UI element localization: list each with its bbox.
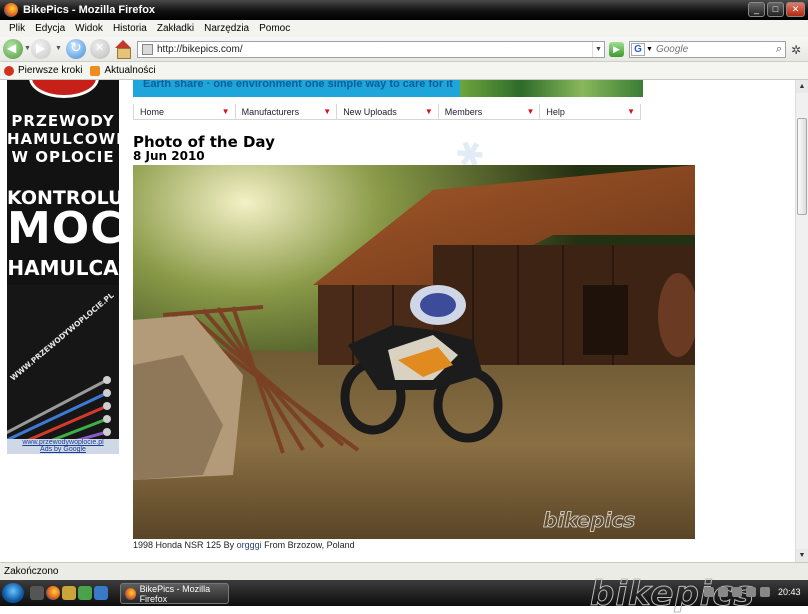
nav-label: Manufacturers [241, 107, 300, 117]
scroll-thumb[interactable] [797, 118, 807, 215]
tray-icon[interactable] [746, 587, 756, 597]
nav-label: Members [444, 107, 483, 117]
search-box: G ▼ ⌕ [629, 41, 786, 58]
dropdown-arrow-icon: ▼ [221, 107, 230, 116]
forward-button[interactable] [31, 39, 51, 59]
navigation-toolbar: ▼ ▼ http://bikepics.com/ ▼ ▶ G ▼ ⌕ ✲ [0, 37, 808, 62]
show-desktop-icon[interactable] [30, 586, 44, 600]
photo-of-the-day-image[interactable]: bikepics [133, 165, 695, 539]
scroll-down-icon[interactable]: ▼ [796, 549, 808, 562]
bookmark-latest-headlines[interactable]: Aktualności [90, 65, 156, 76]
close-button[interactable]: ✕ [786, 2, 805, 17]
bookmark-icon [4, 65, 14, 76]
menu-bookmarks[interactable]: Zakładki [152, 23, 199, 34]
clock[interactable]: 20:43 [778, 587, 801, 597]
back-history-dropdown-icon[interactable]: ▼ [24, 45, 31, 52]
tray-icon[interactable] [704, 587, 714, 597]
address-bar[interactable]: http://bikepics.com/ ▼ [137, 41, 605, 58]
ad-headline: PRZEWODY HAMULCOWE W OPLOCIE [7, 112, 119, 166]
bookmark-getting-started[interactable]: Pierwsze kroki [4, 65, 82, 76]
search-input[interactable] [655, 44, 766, 55]
system-tray [704, 587, 770, 597]
dropdown-arrow-icon: ▼ [323, 107, 332, 116]
task-label: BikePics - Mozilla Firefox [139, 583, 211, 604]
quicklaunch-app-icon[interactable] [78, 586, 92, 600]
quicklaunch-app-icon[interactable] [62, 586, 76, 600]
nav-home[interactable]: Home ▼ [134, 104, 236, 119]
firefox-icon [125, 587, 136, 600]
tray-icon[interactable] [718, 587, 728, 597]
nav-members[interactable]: Members ▼ [439, 104, 541, 119]
site-favicon-icon [142, 44, 153, 55]
back-button[interactable] [3, 39, 23, 59]
ad-link[interactable]: www.przewodywoplocie.pl [7, 439, 119, 446]
url-history-dropdown-icon[interactable]: ▼ [592, 42, 604, 57]
window-title: BikePics - Mozilla Firefox [23, 4, 156, 16]
bookmarks-toolbar: Pierwsze kroki Aktualności [0, 62, 808, 80]
photo-watermark: bikepics [543, 508, 635, 532]
google-engine-icon[interactable]: G [631, 43, 645, 56]
scroll-up-icon[interactable]: ▲ [796, 80, 808, 93]
quicklaunch-app-icon[interactable] [94, 586, 108, 600]
nav-label: Home [140, 107, 165, 117]
minimize-button[interactable]: _ [748, 2, 765, 17]
window-title-bar: BikePics - Mozilla Firefox _ □ ✕ [0, 0, 808, 20]
engine-dropdown-icon[interactable]: ▼ [646, 46, 653, 53]
photo-caption: 1998 Honda NSR 125 By orgggi From Brzozo… [133, 540, 355, 550]
home-button[interactable] [113, 39, 133, 59]
dropdown-arrow-icon: ▼ [526, 107, 535, 116]
brake-hoses-image: WWW.PRZEWODYWOPLOCIE.PL [7, 285, 119, 440]
top-banner-ad[interactable]: Earth share · one environment one simple… [133, 80, 643, 97]
windows-taskbar: BikePics - Mozilla Firefox bikepics 20:4… [0, 574, 808, 614]
start-button[interactable] [2, 583, 24, 603]
menu-file[interactable]: Plik [4, 23, 30, 34]
ad-logo [29, 80, 99, 98]
ad-slogan-2: MOC [7, 203, 119, 254]
tray-icon[interactable] [732, 587, 742, 597]
nav-label: New Uploads [343, 107, 397, 117]
gear-icon[interactable]: ✲ [791, 43, 801, 57]
menu-bar: Plik Edycja Widok Historia Zakładki Narz… [0, 20, 808, 37]
photo-date: 8 Jun 2010 [133, 149, 205, 163]
rss-icon [90, 65, 101, 76]
firefox-icon [4, 3, 18, 17]
page-content: PRZEWODY HAMULCOWE W OPLOCIE KONTROLUJ M… [0, 80, 795, 562]
nav-help[interactable]: Help ▼ [540, 104, 640, 119]
menu-history[interactable]: Historia [108, 23, 152, 34]
maximize-button[interactable]: □ [767, 2, 784, 17]
url-text[interactable]: http://bikepics.com/ [157, 44, 592, 55]
tray-icon[interactable] [760, 587, 770, 597]
reload-button[interactable] [66, 39, 86, 59]
menu-view[interactable]: Widok [70, 23, 108, 34]
banner-image [460, 80, 643, 97]
bookmark-label: Pierwsze kroki [18, 65, 83, 76]
nav-manufacturers[interactable]: Manufacturers ▼ [236, 104, 338, 119]
stop-button[interactable] [90, 39, 110, 59]
forward-history-dropdown-icon[interactable]: ▼ [55, 45, 62, 52]
caption-user-link[interactable]: orgggi [237, 540, 262, 550]
taskbar-firefox-window[interactable]: BikePics - Mozilla Firefox [120, 583, 229, 604]
ad-slogan-3: HAMULCA [7, 256, 119, 280]
menu-edit[interactable]: Edycja [30, 23, 70, 34]
brake-hose-ad[interactable]: PRZEWODY HAMULCOWE W OPLOCIE KONTROLUJ M… [7, 80, 119, 454]
vertical-scrollbar[interactable]: ▲ ▼ [795, 80, 808, 562]
ad-footer: www.przewodywoplocie.pl Ads by Google [7, 439, 119, 454]
go-button[interactable]: ▶ [609, 42, 624, 57]
search-icon[interactable]: ⌕ [776, 43, 782, 56]
menu-tools[interactable]: Narzędzia [199, 23, 254, 34]
caption-model: 1998 Honda NSR 125 By [133, 540, 235, 550]
caption-location: From Brzozow, Poland [264, 540, 355, 550]
banner-text: Earth share · one environment one simple… [133, 80, 460, 97]
site-navigation: Home ▼ Manufacturers ▼ New Uploads ▼ Member… [133, 104, 641, 120]
ads-by-google-link[interactable]: Ads by Google [7, 446, 119, 453]
nav-label: Help [546, 107, 565, 117]
nav-new-uploads[interactable]: New Uploads ▼ [337, 104, 439, 119]
menu-help[interactable]: Pomoc [254, 23, 295, 34]
firefox-quicklaunch-icon[interactable] [46, 586, 60, 600]
dropdown-arrow-icon: ▼ [627, 107, 635, 116]
dropdown-arrow-icon: ▼ [424, 107, 433, 116]
bookmark-label: Aktualności [104, 65, 156, 76]
